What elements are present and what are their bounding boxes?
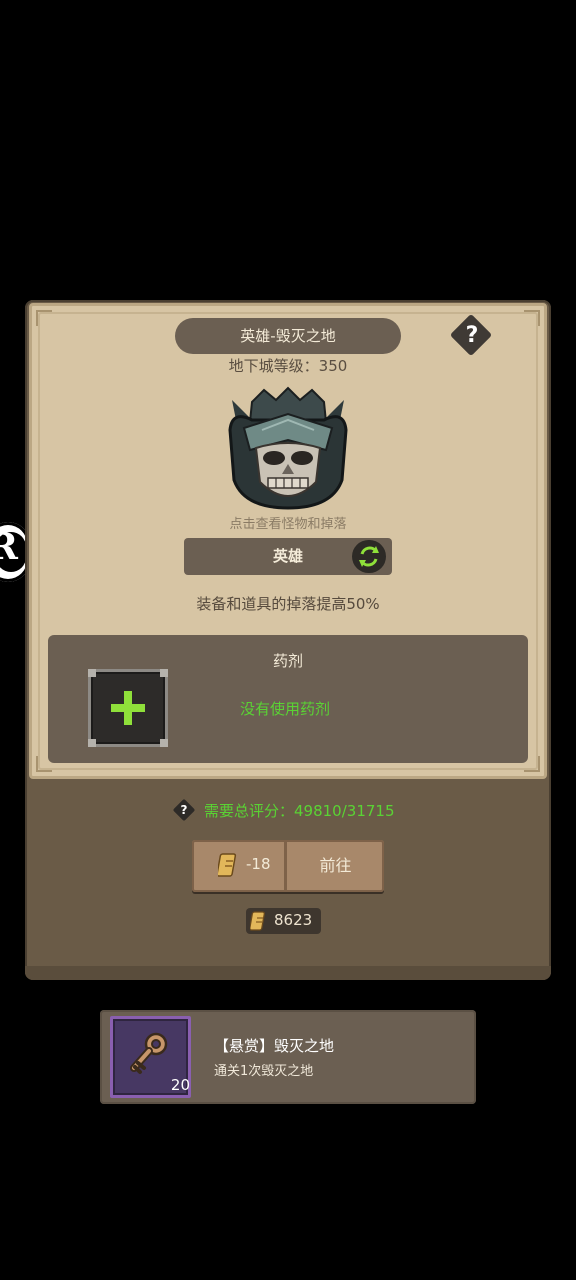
help-button-label[interactable]: ? <box>460 319 484 353</box>
potion-status: 没有使用药剂 <box>240 700 331 718</box>
score-help-label[interactable]: ? <box>176 800 192 820</box>
reward-count: 20 <box>170 1076 190 1094</box>
monster-helmet-icon[interactable] <box>222 380 354 510</box>
scroll-ticket-icon <box>218 853 237 877</box>
potion-title: 药剂 <box>272 652 303 670</box>
required-score: 需要总评分：49810/31715 <box>204 802 395 820</box>
go-button[interactable]: 前往 <box>287 840 384 892</box>
drop-bonus-text: 装备和道具的掉落提高50% <box>196 595 380 613</box>
scroll-ticket-icon <box>250 911 265 931</box>
ticket-cost: -18 <box>246 855 271 873</box>
bounty-description: 通关1次毁灭之地 <box>214 1064 314 1079</box>
stage-title: 英雄-毁灭之地 <box>175 318 401 354</box>
bounty-title: 【悬赏】毁灭之地 <box>214 1037 335 1055</box>
key-icon <box>130 1032 168 1074</box>
floating-assistant-icon: R <box>0 526 18 568</box>
monster-hint[interactable]: 点击查看怪物和掉落 <box>0 513 576 532</box>
dungeon-level: 地下城等级：350 <box>228 357 348 375</box>
swap-icon[interactable] <box>352 540 386 573</box>
plus-icon-vertical[interactable] <box>124 691 132 725</box>
currency-value: 8623 <box>274 911 313 929</box>
